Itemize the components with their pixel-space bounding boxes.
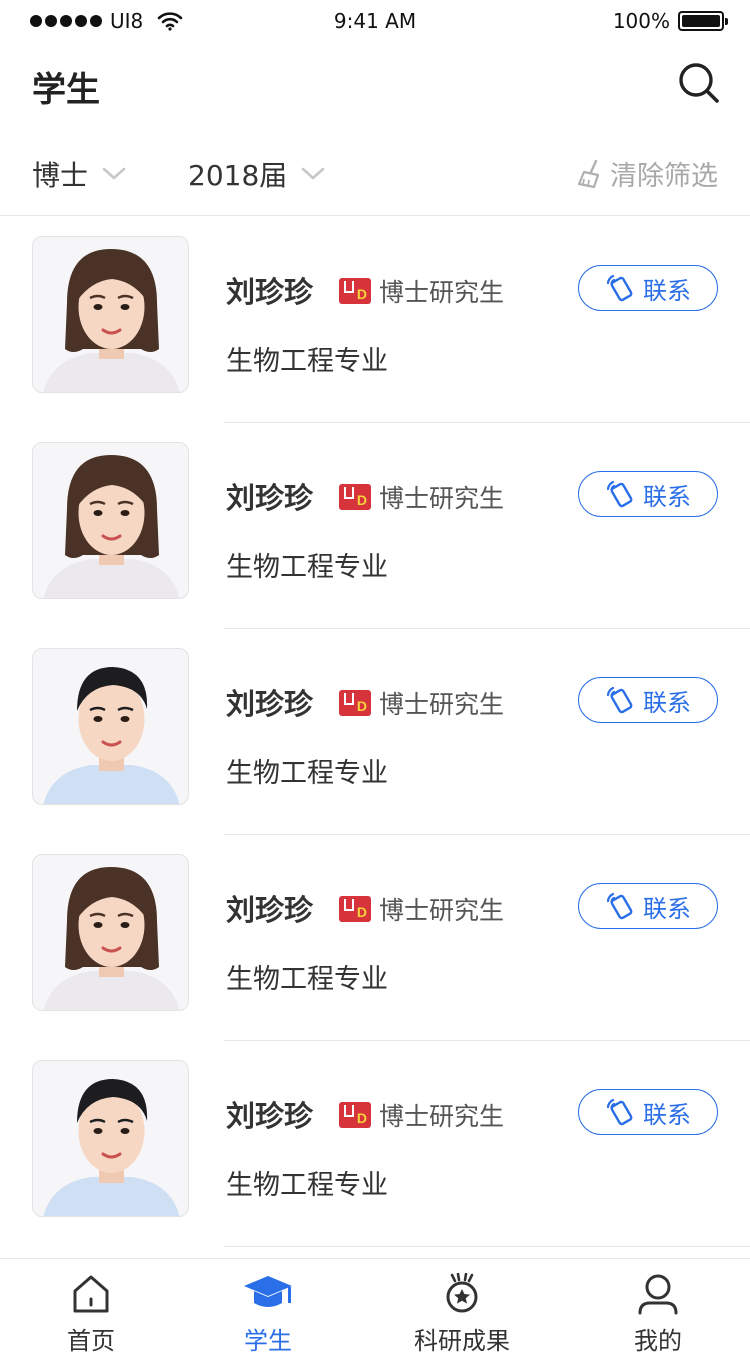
male-portrait-image [43,1079,180,1216]
female-portrait-image [43,867,180,1010]
avatar [32,854,189,1011]
tab-research[interactable]: 科研成果 [402,1273,522,1356]
phone-ringing-icon [606,274,633,302]
student-major: 生物工程专业 [226,346,388,377]
student-list: 刘珍珍 D 博士研究生 生物工程专业 联系 刘珍珍 D 博士研究生 生物工程专业 [0,217,750,1247]
page-title: 学生 [32,70,100,110]
degree-book-icon: D [339,896,371,922]
chevron-down-icon [301,167,325,180]
tab-home-label: 首页 [67,1327,115,1355]
status-right: 100% [612,9,728,33]
contact-button[interactable]: 联系 [578,677,718,723]
contact-button[interactable]: 联系 [578,883,718,929]
battery-percent: 100% [612,9,670,33]
home-icon [73,1275,109,1313]
avatar [32,236,189,393]
avatar [32,442,189,599]
degree-badge: D 博士研究生 [339,479,504,515]
contact-label: 联系 [643,276,691,305]
student-major: 生物工程专业 [226,964,388,995]
degree-book-icon: D [339,1102,371,1128]
broom-icon [577,159,600,188]
year-filter[interactable]: 2018届 [188,154,325,194]
degree-badge: D 博士研究生 [339,685,504,721]
degree-book-icon: D [339,690,371,716]
phone-ringing-icon [606,1098,633,1126]
graduation-cap-icon [244,1276,292,1307]
contact-button[interactable]: 联系 [578,471,718,517]
user-icon [638,1274,678,1315]
student-major: 生物工程专业 [226,1170,388,1201]
student-major: 生物工程专业 [226,552,388,583]
student-name: 刘珍珍 [226,275,314,309]
student-row[interactable]: 刘珍珍 D 博士研究生 生物工程专业 联系 [0,217,750,423]
student-row[interactable]: 刘珍珍 D 博士研究生 生物工程专业 联系 [0,835,750,1041]
chevron-down-icon [102,167,126,180]
clear-filter-button[interactable]: 清除筛选 [576,154,718,193]
student-name: 刘珍珍 [226,481,314,515]
battery-icon [678,11,728,31]
clear-filter-label: 清除筛选 [610,161,718,192]
degree-label: 博士研究生 [379,896,505,925]
degree-book-icon: D [339,484,371,510]
phone-ringing-icon [606,686,633,714]
contact-label: 联系 [643,688,691,717]
degree-label: 博士研究生 [379,690,505,719]
tab-bar: 首页 学生 科研成果 我的 [0,1258,750,1357]
student-row[interactable]: 刘珍珍 D 博士研究生 生物工程专业 联系 [0,1041,750,1247]
degree-label: 博士研究生 [379,1102,505,1131]
phone-ringing-icon [606,480,633,508]
female-portrait-image [43,455,180,598]
avatar [32,1060,189,1217]
contact-label: 联系 [643,894,691,923]
contact-label: 联系 [643,482,691,511]
search-icon[interactable] [678,62,720,104]
tab-students-label: 学生 [244,1327,292,1355]
phone-ringing-icon [606,892,633,920]
year-filter-label: 2018届 [188,159,288,192]
male-portrait-image [43,667,180,804]
contact-label: 联系 [643,1100,691,1129]
contact-button[interactable]: 联系 [578,1089,718,1135]
degree-badge: D 博士研究生 [339,891,504,927]
contact-button[interactable]: 联系 [578,265,718,311]
student-row[interactable]: 刘珍珍 D 博士研究生 生物工程专业 联系 [0,423,750,629]
student-name: 刘珍珍 [226,893,314,927]
degree-filter[interactable]: 博士 [32,154,126,194]
student-major: 生物工程专业 [226,758,388,789]
medal-icon [446,1273,478,1313]
avatar [32,648,189,805]
degree-badge: D 博士研究生 [339,273,504,309]
degree-label: 博士研究生 [379,484,505,513]
student-name: 刘珍珍 [226,687,314,721]
filter-bar: 博士 2018届 清除筛选 [0,140,750,216]
degree-filter-label: 博士 [32,159,89,192]
degree-badge: D 博士研究生 [339,1097,504,1133]
tab-students[interactable]: 学生 [208,1273,328,1356]
student-row[interactable]: 刘珍珍 D 博士研究生 生物工程专业 联系 [0,629,750,835]
tab-research-label: 科研成果 [414,1327,510,1355]
tab-me[interactable]: 我的 [598,1273,718,1356]
degree-book-icon: D [339,278,371,304]
tab-home[interactable]: 首页 [31,1273,151,1356]
row-divider [224,1246,750,1247]
tab-me-label: 我的 [634,1327,682,1355]
female-portrait-image [43,249,180,392]
student-name: 刘珍珍 [226,1099,314,1133]
degree-label: 博士研究生 [379,278,505,307]
status-bar: UI8 9:41 AM 100% [0,0,750,40]
